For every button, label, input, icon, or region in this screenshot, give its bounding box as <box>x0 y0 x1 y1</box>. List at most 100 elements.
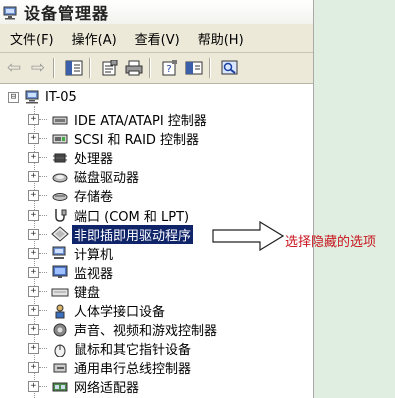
window-title: 设备管理器 <box>24 4 110 23</box>
device-manager-window: 设备管理器 文件(F) 操作(A) 查看(V) 帮助(H) ⇦ ⇨ ? ⊟ IT… <box>0 0 314 398</box>
properties-icon <box>102 60 118 76</box>
tree-node[interactable]: + 声音、视频和游戏控制器 <box>28 320 219 339</box>
expand-toggle[interactable]: + <box>28 381 39 393</box>
tree-root[interactable]: ⊟ IT-05 <box>8 88 77 106</box>
tree-node[interactable]: + 非即插即用驱动程序 <box>28 224 194 244</box>
forward-arrow-icon: ⇨ <box>30 57 46 78</box>
tree-connector-line <box>39 310 47 311</box>
tree-connector-line <box>39 233 47 235</box>
expand-toggle[interactable]: + <box>28 114 39 125</box>
menu-file[interactable]: 文件(F) <box>10 29 54 48</box>
tree-node[interactable]: + 通用串行总线控制器 <box>28 358 193 377</box>
tree-node[interactable]: + 处理器 <box>28 148 115 167</box>
scsi-controller-icon <box>52 134 68 144</box>
processor-icon <box>53 153 67 163</box>
expand-toggle[interactable]: + <box>28 247 39 259</box>
tree-node-label: 端口 (COM 和 LPT) <box>74 209 190 225</box>
toolbar-separator <box>209 58 211 78</box>
help-button[interactable]: ? <box>160 58 180 78</box>
usb-icon <box>53 363 67 373</box>
menu-help[interactable]: 帮助(H) <box>198 29 244 48</box>
title-bar: 设备管理器 <box>0 0 313 24</box>
tree-node-label: 非即插即用驱动程序 <box>72 224 194 244</box>
tree-node-label: 键盘 <box>74 285 101 301</box>
expand-toggle[interactable]: + <box>28 362 39 374</box>
toolbar-separator <box>53 58 55 78</box>
menu-view[interactable]: 查看(V) <box>135 29 180 48</box>
collapse-toggle[interactable]: ⊟ <box>8 91 19 103</box>
tree-connector-line <box>39 195 47 197</box>
export-list-icon <box>185 61 203 75</box>
tree-node-label: 通用串行总线控制器 <box>74 362 192 378</box>
tree-node-label: IDE ATA/ATAPI 控制器 <box>74 114 207 129</box>
tree-node[interactable]: + 监视器 <box>28 263 115 282</box>
tree-connector-line <box>39 138 47 140</box>
tree-node-label: 处理器 <box>74 152 114 168</box>
expand-toggle[interactable]: + <box>28 266 39 278</box>
expand-toggle[interactable]: + <box>28 343 39 355</box>
expand-toggle[interactable]: + <box>28 152 39 164</box>
expand-toggle[interactable]: + <box>28 209 39 221</box>
toolbar: ⇦ ⇨ ? <box>0 53 313 84</box>
export-list-button[interactable] <box>184 58 204 78</box>
tree-node[interactable]: + 端口 (COM 和 LPT) <box>28 206 191 225</box>
print-icon <box>125 60 143 76</box>
properties-button[interactable] <box>100 58 120 78</box>
print-button[interactable] <box>124 58 144 78</box>
disk-drive-icon <box>52 173 68 183</box>
tree-node[interactable]: + 计算机 <box>28 244 115 263</box>
forward-button[interactable]: ⇨ <box>28 58 48 78</box>
expand-toggle[interactable]: + <box>28 190 39 202</box>
annotation-arrow-icon <box>212 221 284 251</box>
port-icon <box>55 209 67 222</box>
back-arrow-icon: ⇦ <box>6 57 22 78</box>
tree-connector-line <box>39 367 47 369</box>
tree-node[interactable]: + 鼠标和其它指针设备 <box>28 339 193 358</box>
tree-connector-line <box>39 271 47 273</box>
scan-hardware-icon <box>221 60 238 75</box>
expand-toggle[interactable]: + <box>28 285 39 297</box>
tree-node[interactable]: + 存储卷 <box>28 186 115 205</box>
tree-connector-line <box>39 119 47 120</box>
tree-connector-line <box>39 176 47 178</box>
tree-node-label: 声音、视频和游戏控制器 <box>74 324 218 340</box>
expand-toggle[interactable]: + <box>28 228 39 240</box>
tree-node-label: 磁盘驱动器 <box>74 171 140 187</box>
menu-action[interactable]: 操作(A) <box>72 29 117 48</box>
computer-icon <box>52 246 66 260</box>
show-hide-tree-button[interactable] <box>64 58 84 78</box>
tree-node-label: 人体学接口设备 <box>74 305 166 320</box>
expand-toggle[interactable]: + <box>28 324 39 336</box>
hid-icon <box>55 304 65 318</box>
monitor-icon <box>52 265 68 279</box>
tree-node[interactable]: + 键盘 <box>28 282 102 301</box>
expand-toggle[interactable]: + <box>28 305 39 316</box>
tree-connector-line <box>39 157 47 159</box>
scan-hardware-button[interactable] <box>220 58 240 78</box>
mouse-icon <box>54 344 66 357</box>
tree-connector-line <box>39 329 47 331</box>
back-button[interactable]: ⇦ <box>4 58 24 78</box>
tree-connector-line <box>39 290 47 292</box>
tree-node[interactable]: + IDE ATA/ATAPI 控制器 <box>28 110 209 129</box>
tree-node[interactable]: + 磁盘驱动器 <box>28 167 141 186</box>
help-icon: ? <box>162 60 177 76</box>
storage-volume-icon <box>52 192 68 201</box>
tree-connector-line <box>39 214 47 216</box>
menu-bar: 文件(F) 操作(A) 查看(V) 帮助(H) <box>0 24 313 53</box>
svg-text:?: ? <box>166 64 171 75</box>
tree-node-label: 监视器 <box>74 266 114 282</box>
non-pnp-driver-icon <box>51 226 69 242</box>
tree-node-label: SCSI 和 RAID 控制器 <box>74 133 200 149</box>
tree-node-label: 存储卷 <box>74 190 114 206</box>
tree-node[interactable]: + 人体学接口设备 <box>28 301 167 320</box>
expand-toggle[interactable]: + <box>28 133 39 145</box>
tree-connector-line <box>39 386 47 388</box>
network-adapter-icon <box>52 382 68 392</box>
ide-controller-icon <box>52 116 68 124</box>
computer-root-icon <box>25 90 39 104</box>
expand-toggle[interactable]: + <box>28 171 39 183</box>
tree-node[interactable]: + 网络适配器 <box>28 377 141 396</box>
tree-node[interactable]: + SCSI 和 RAID 控制器 <box>28 129 201 148</box>
tree-root-label: IT-05 <box>45 89 77 105</box>
